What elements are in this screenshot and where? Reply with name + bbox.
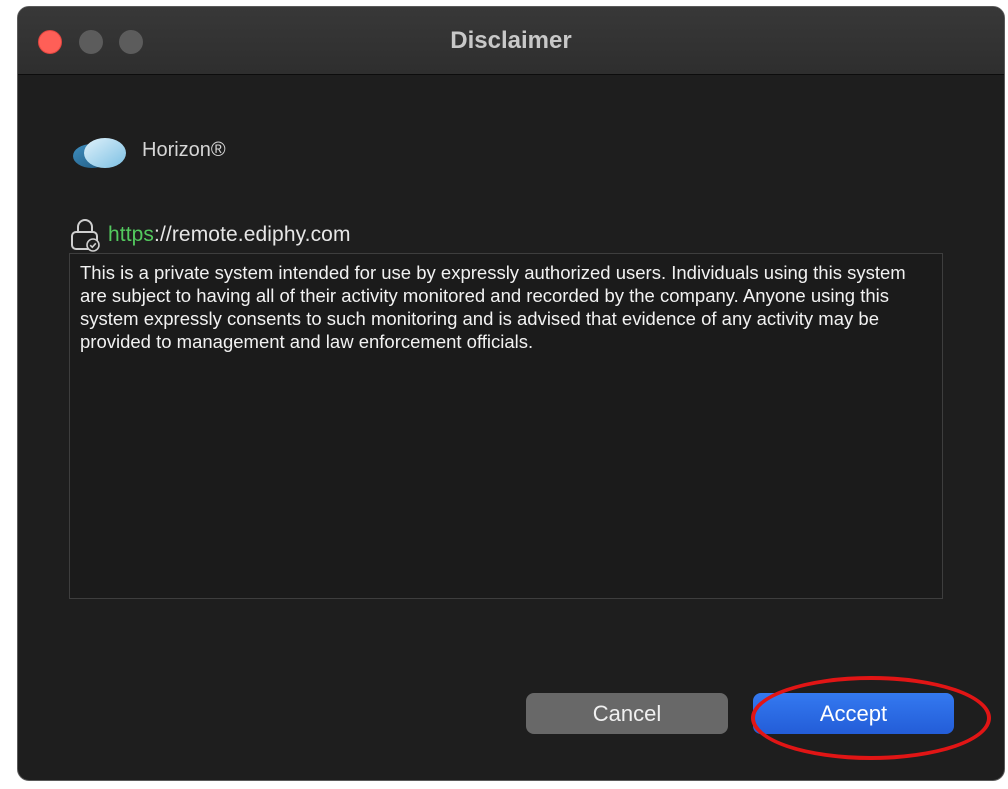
url-scheme: https <box>108 223 155 246</box>
disclaimer-textbox[interactable]: This is a private system intended for us… <box>69 253 943 599</box>
window-title: Disclaimer <box>450 27 572 54</box>
brand-name: Horizon® <box>142 138 226 161</box>
cancel-button[interactable]: Cancel <box>526 693 728 734</box>
cloud-icon <box>73 138 126 168</box>
server-url-row: https://remote.ediphy.com <box>70 217 351 253</box>
lock-check-icon <box>71 219 100 252</box>
title-bar[interactable]: Disclaimer <box>18 7 1004 75</box>
disclaimer-text: This is a private system intended for us… <box>80 262 906 352</box>
brand-header: Horizon® <box>72 130 226 170</box>
url-host: ://remote.ediphy.com <box>154 223 351 246</box>
accept-button[interactable]: Accept <box>753 693 954 734</box>
server-url: https://remote.ediphy.com <box>108 223 351 247</box>
